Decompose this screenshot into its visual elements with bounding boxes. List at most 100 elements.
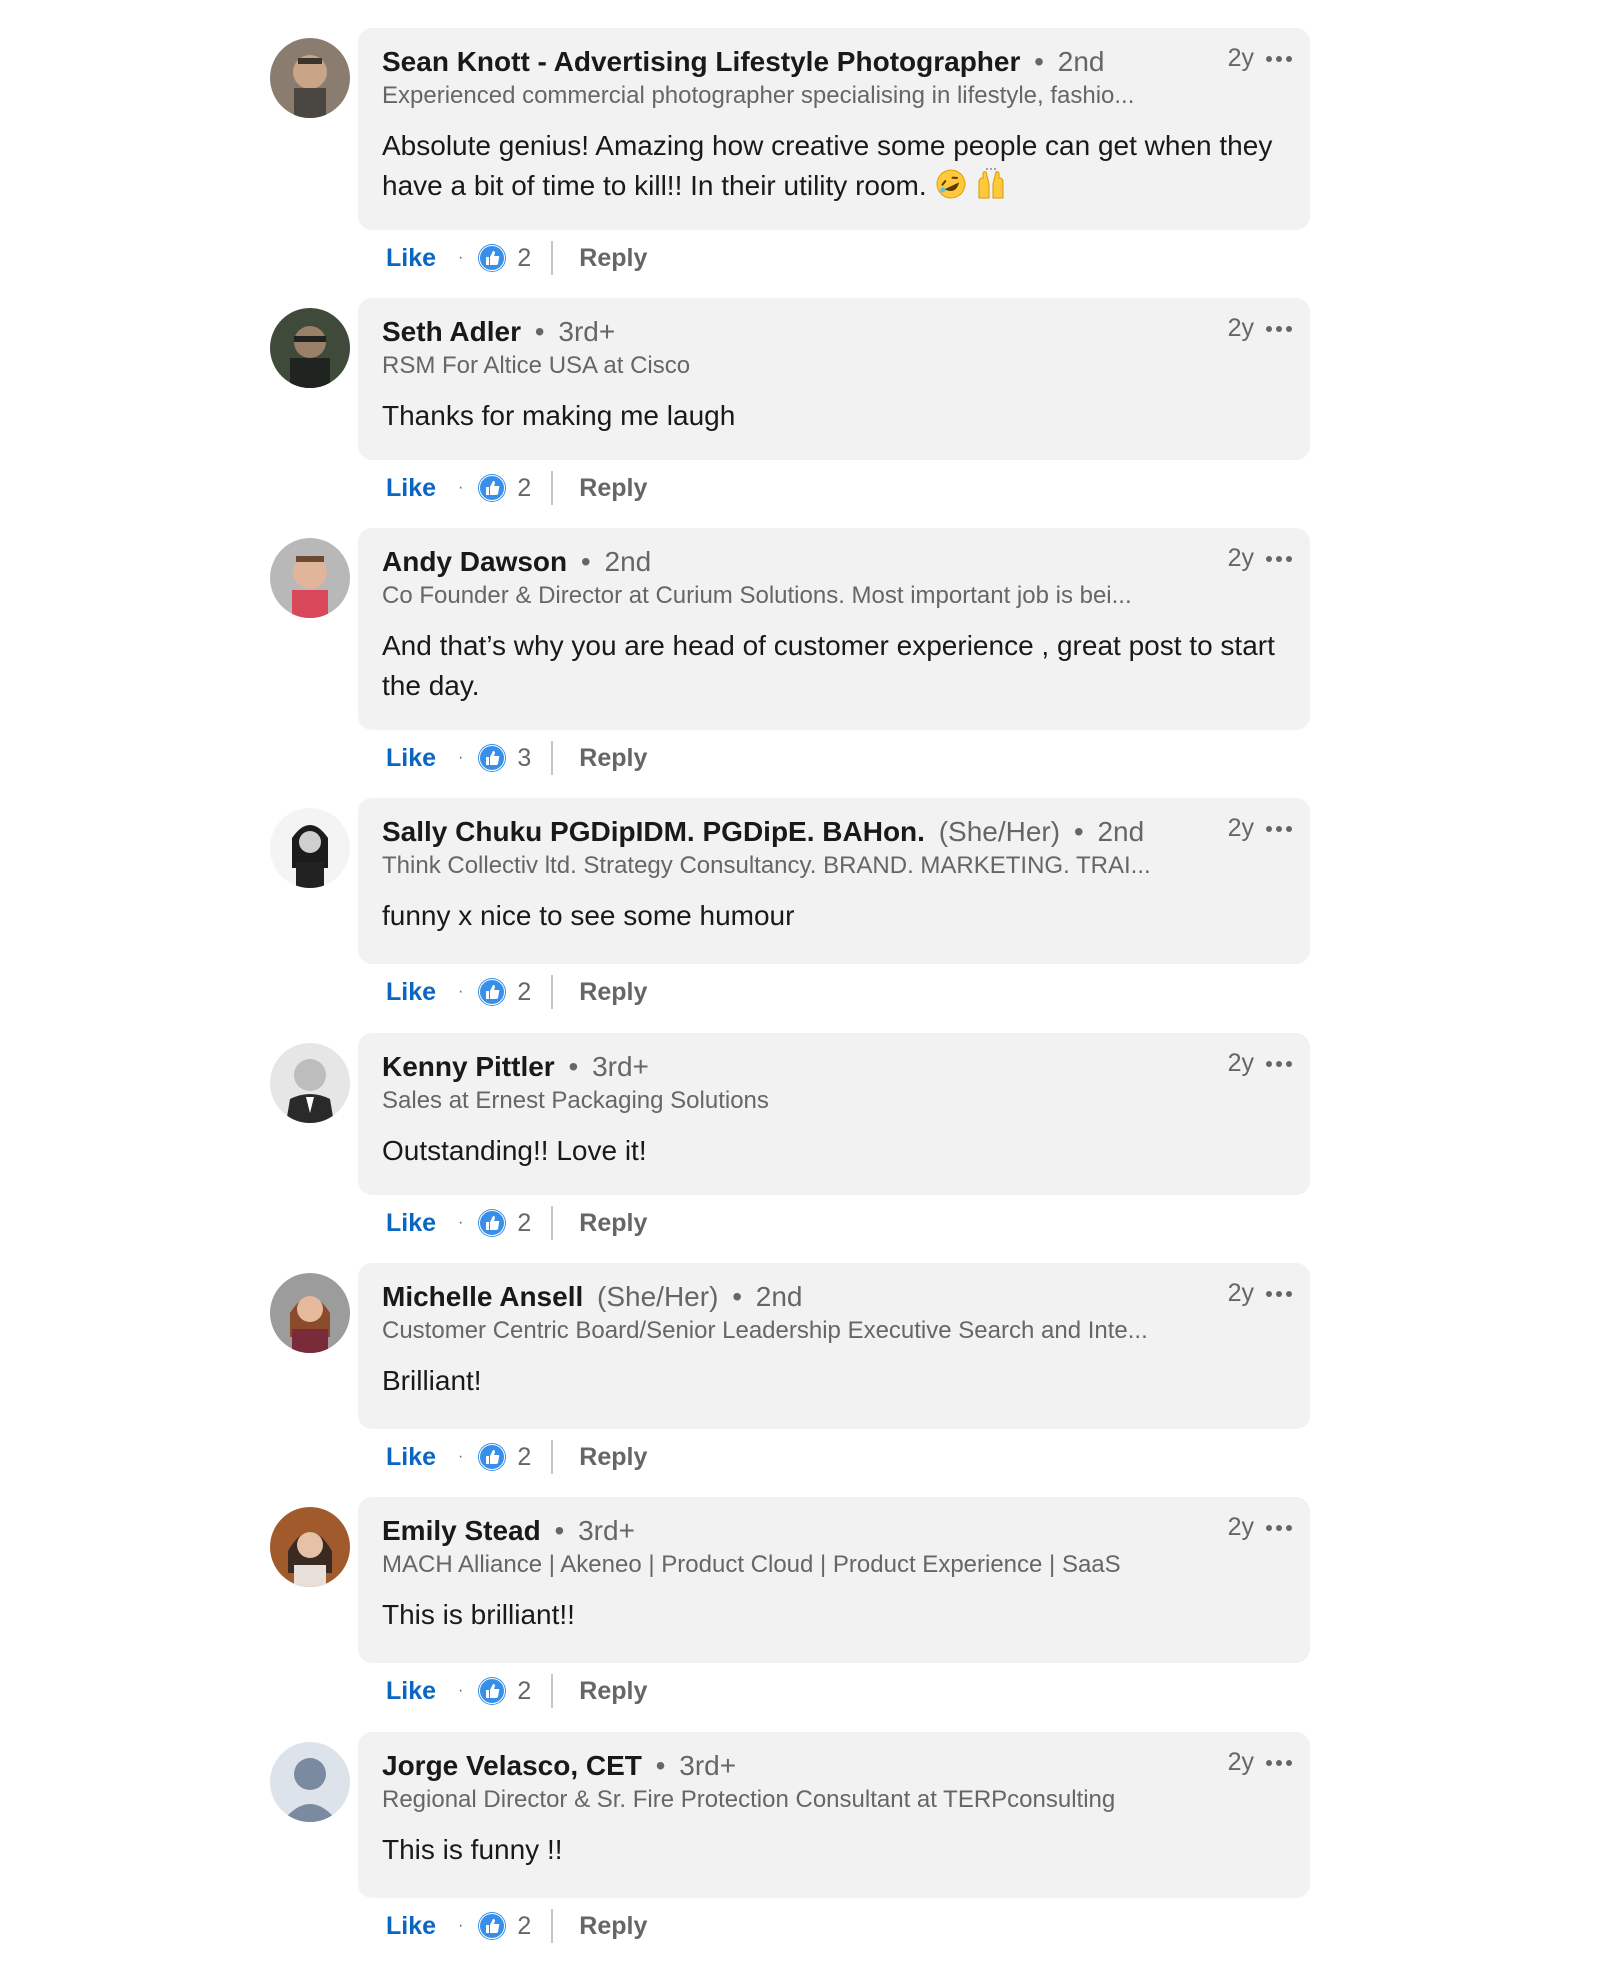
connection-degree: 2nd (604, 546, 652, 577)
thumbs-up-icon[interactable] (477, 1442, 507, 1472)
avatar[interactable] (270, 1043, 350, 1123)
comment-text: This is funny !! (382, 1834, 563, 1865)
separator-dot: · (458, 249, 464, 266)
comment-bubble: Sally Chuku PGDipIDM. PGDipE. BAHon. (Sh… (358, 798, 1310, 964)
like-button[interactable]: Like (386, 744, 436, 773)
more-options-icon[interactable] (1264, 319, 1294, 339)
comment-header: Emily Stead • 3rd+ (382, 1513, 1286, 1549)
separator-dot: • (655, 1750, 666, 1781)
comment-bubble: Seth Adler • 3rd+ RSM For Altice USA at … (358, 298, 1310, 460)
more-options-icon[interactable] (1264, 49, 1294, 69)
avatar[interactable] (270, 808, 350, 888)
author-name[interactable]: Seth Adler (382, 316, 521, 347)
comment-header: Andy Dawson • 2nd (382, 544, 1286, 580)
author-headline: MACH Alliance | Akeneo | Product Cloud |… (382, 1551, 1121, 1578)
thumbs-up-icon[interactable] (477, 473, 507, 503)
avatar[interactable] (270, 308, 350, 388)
reaction-count[interactable]: 2 (517, 244, 531, 273)
reaction-count[interactable]: 2 (517, 1209, 531, 1238)
separator-dot: • (568, 1051, 579, 1082)
comment-actions: Like · 2 Reply (386, 240, 647, 276)
timestamp: 2y (1227, 1748, 1254, 1776)
comment-meta: 2y (1228, 44, 1294, 73)
comment-text: This is brilliant!! (382, 1599, 575, 1630)
reply-button[interactable]: Reply (579, 1443, 647, 1472)
thumbs-up-icon[interactable] (477, 1676, 507, 1706)
like-button[interactable]: Like (386, 1209, 436, 1238)
author-name[interactable]: Michelle Ansell (382, 1281, 583, 1312)
timestamp: 2y (1227, 814, 1254, 842)
thumbs-up-icon[interactable] (477, 1208, 507, 1238)
reply-button[interactable]: Reply (579, 1677, 647, 1706)
connection-degree: 3rd+ (592, 1051, 649, 1082)
comment-bubble: Michelle Ansell (She/Her) • 2nd Customer… (358, 1263, 1310, 1429)
thumbs-up-icon[interactable] (477, 977, 507, 1007)
comment-actions: Like · 2 Reply (386, 1908, 647, 1944)
comment-header: Kenny Pittler • 3rd+ (382, 1049, 1286, 1085)
like-button[interactable]: Like (386, 1443, 436, 1472)
more-options-icon[interactable] (1264, 1284, 1294, 1304)
like-button[interactable]: Like (386, 474, 436, 503)
comment-meta: 2y (1228, 1513, 1294, 1542)
reply-button[interactable]: Reply (579, 244, 647, 273)
reaction-count[interactable]: 2 (517, 474, 531, 503)
author-name[interactable]: Sally Chuku PGDipIDM. PGDipE. BAHon. (382, 816, 925, 847)
more-options-icon[interactable] (1264, 1518, 1294, 1538)
avatar[interactable] (270, 538, 350, 618)
rolling-on-floor-laughing-emoji (935, 168, 967, 200)
comment-bubble: Andy Dawson • 2nd Co Founder & Director … (358, 528, 1310, 730)
reaction-count[interactable]: 2 (517, 1443, 531, 1472)
comment-actions: Like · 2 Reply (386, 1673, 647, 1709)
comment-header: Michelle Ansell (She/Her) • 2nd (382, 1279, 1286, 1315)
reaction-count[interactable]: 2 (517, 1912, 531, 1941)
reaction-count[interactable]: 2 (517, 978, 531, 1007)
author-name[interactable]: Andy Dawson (382, 546, 567, 577)
comment-meta: 2y (1228, 814, 1294, 843)
avatar[interactable] (270, 1273, 350, 1353)
avatar[interactable] (270, 1507, 350, 1587)
author-name[interactable]: Jorge Velasco, CET (382, 1750, 642, 1781)
reaction-count[interactable]: 3 (517, 744, 531, 773)
author-name[interactable]: Kenny Pittler (382, 1051, 555, 1082)
comment-text: Absolute genius! Amazing how creative so… (382, 130, 1273, 201)
more-options-icon[interactable] (1264, 1054, 1294, 1074)
comment-bubble: Sean Knott - Advertising Lifestyle Photo… (358, 28, 1310, 230)
avatar[interactable] (270, 1742, 350, 1822)
comment-header: Sally Chuku PGDipIDM. PGDipE. BAHon. (Sh… (382, 814, 1286, 850)
action-divider (551, 1909, 554, 1943)
reply-button[interactable]: Reply (579, 744, 647, 773)
like-button[interactable]: Like (386, 1677, 436, 1706)
avatar[interactable] (270, 38, 350, 118)
author-headline: Regional Director & Sr. Fire Protection … (382, 1786, 1116, 1813)
like-button[interactable]: Like (386, 244, 436, 273)
thumbs-up-icon[interactable] (477, 1911, 507, 1941)
comment-body: Absolute genius! Amazing how creative so… (382, 126, 1282, 206)
like-button[interactable]: Like (386, 1912, 436, 1941)
reply-button[interactable]: Reply (579, 474, 647, 503)
reply-button[interactable]: Reply (579, 1912, 647, 1941)
separator-dot: • (1073, 816, 1084, 847)
separator-dot: • (580, 546, 591, 577)
timestamp: 2y (1227, 1279, 1254, 1307)
separator-dot: · (458, 1917, 464, 1934)
more-options-icon[interactable] (1264, 549, 1294, 569)
comment-text: Outstanding!! Love it! (382, 1135, 647, 1166)
comment-actions: Like · 2 Reply (386, 1439, 647, 1475)
comment-bubble: Emily Stead • 3rd+ MACH Alliance | Akene… (358, 1497, 1310, 1663)
reply-button[interactable]: Reply (579, 978, 647, 1007)
thumbs-up-icon[interactable] (477, 743, 507, 773)
author-name[interactable]: Emily Stead (382, 1515, 541, 1546)
author-name[interactable]: Sean Knott - Advertising Lifestyle Photo… (382, 46, 1020, 77)
comment-text: funny x nice to see some humour (382, 900, 795, 931)
separator-dot: • (534, 316, 545, 347)
like-button[interactable]: Like (386, 978, 436, 1007)
more-options-icon[interactable] (1264, 1753, 1294, 1773)
thumbs-up-icon[interactable] (477, 243, 507, 273)
reply-button[interactable]: Reply (579, 1209, 647, 1238)
timestamp: 2y (1227, 1513, 1254, 1541)
comment-actions: Like · 2 Reply (386, 470, 647, 506)
more-options-icon[interactable] (1264, 819, 1294, 839)
comment-meta: 2y (1228, 1049, 1294, 1078)
reaction-count[interactable]: 2 (517, 1677, 531, 1706)
separator-dot: • (1034, 46, 1044, 77)
